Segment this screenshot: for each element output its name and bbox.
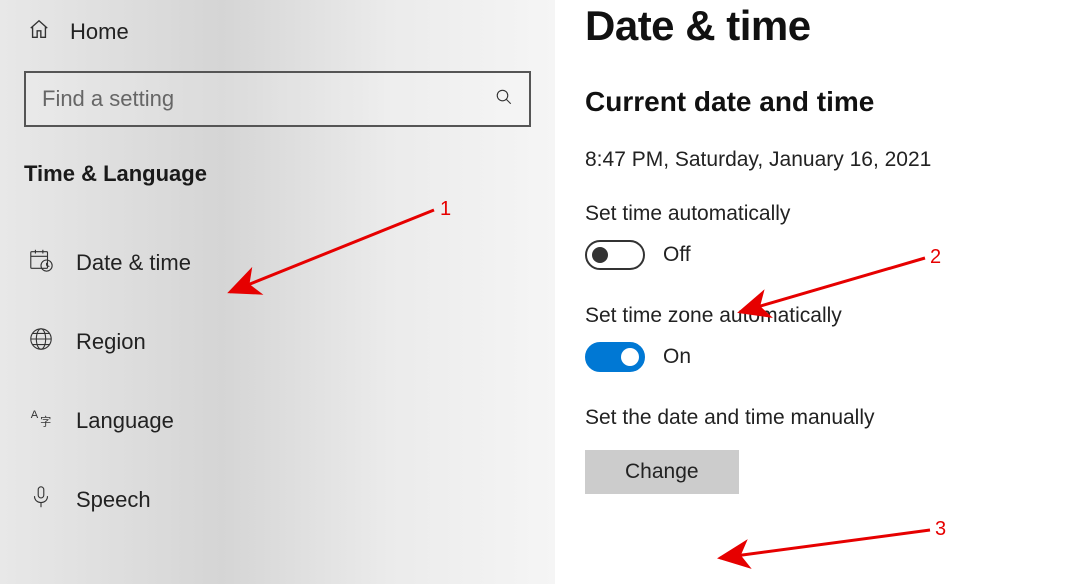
set-tz-auto-toggle[interactable] xyxy=(585,342,645,372)
globe-icon xyxy=(28,326,54,357)
sidebar-item-speech[interactable]: Speech xyxy=(0,460,555,539)
svg-text:A: A xyxy=(31,409,39,421)
search-placeholder: Find a setting xyxy=(42,86,174,112)
sidebar-item-label: Language xyxy=(76,408,174,434)
sidebar-item-label: Region xyxy=(76,329,146,355)
sidebar-item-language[interactable]: A字 Language xyxy=(0,381,555,460)
set-manual-label: Set the date and time manually xyxy=(585,406,1080,430)
main-panel: Date & time Current date and time 8:47 P… xyxy=(555,0,1080,584)
section-heading: Current date and time xyxy=(585,86,1080,118)
current-datetime: 8:47 PM, Saturday, January 16, 2021 xyxy=(585,148,1080,172)
home-label: Home xyxy=(70,19,129,45)
set-tz-auto-state: On xyxy=(663,345,691,369)
set-tz-auto-label: Set time zone automatically xyxy=(585,304,1080,328)
annotation-1: 1 xyxy=(440,198,451,221)
page-title: Date & time xyxy=(585,2,1080,50)
annotation-3: 3 xyxy=(935,518,946,541)
sidebar-item-region[interactable]: Region xyxy=(0,302,555,381)
calendar-clock-icon xyxy=(28,247,54,278)
sidebar-item-label: Speech xyxy=(76,487,151,513)
home-icon xyxy=(28,18,50,45)
change-button[interactable]: Change xyxy=(585,450,739,494)
set-tz-auto-row: On xyxy=(585,342,1080,372)
set-time-auto-row: Off xyxy=(585,240,1080,270)
microphone-icon xyxy=(28,484,54,515)
annotation-2: 2 xyxy=(930,246,941,269)
home-nav[interactable]: Home xyxy=(0,0,555,63)
search-input[interactable]: Find a setting xyxy=(24,71,531,127)
svg-text:字: 字 xyxy=(40,414,51,428)
sidebar-item-label: Date & time xyxy=(76,250,191,276)
language-icon: A字 xyxy=(28,405,54,436)
section-title: Time & Language xyxy=(0,155,555,223)
sidebar: Home Find a setting Time & Language Date… xyxy=(0,0,555,584)
set-time-auto-toggle[interactable] xyxy=(585,240,645,270)
sidebar-item-date-time[interactable]: Date & time xyxy=(0,223,555,302)
search-icon xyxy=(495,88,513,111)
set-time-auto-state: Off xyxy=(663,243,691,267)
set-time-auto-label: Set time automatically xyxy=(585,202,1080,226)
